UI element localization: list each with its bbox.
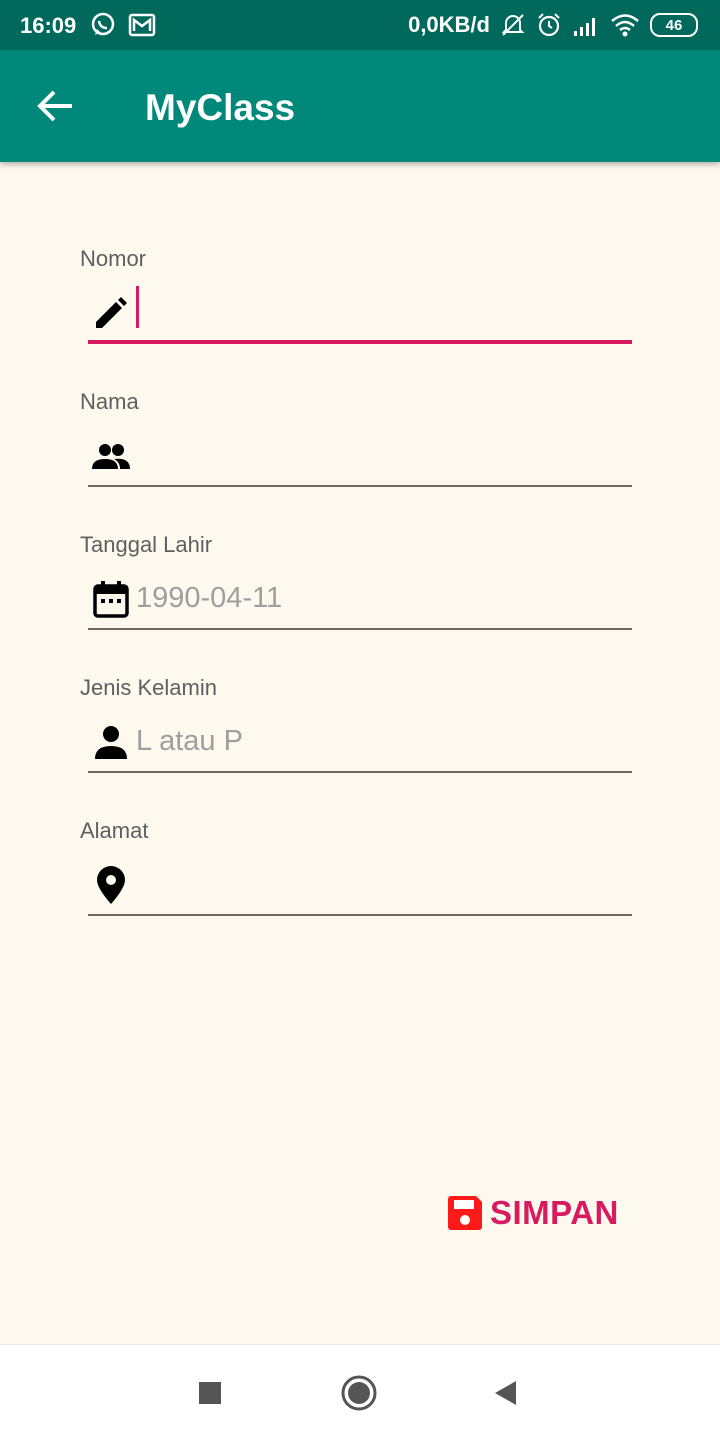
floppy-disk-icon [448, 1196, 482, 1230]
battery-icon: 46 [650, 13, 698, 37]
arrow-back-icon[interactable] [36, 86, 76, 126]
save-button[interactable]: SIMPAN [446, 1194, 619, 1232]
tanggal-lahir-placeholder: 1990-04-11 [136, 582, 283, 614]
page-title: MyClass [145, 87, 296, 128]
navigation-bar [0, 1344, 720, 1441]
nama-input[interactable] [88, 427, 632, 487]
whatsapp-icon [91, 12, 115, 36]
mute-icon [501, 14, 525, 36]
field-label: Nama [80, 389, 139, 414]
app-bar: MyClass [0, 50, 720, 162]
home-circle-icon[interactable] [341, 1375, 377, 1411]
text-cursor [136, 286, 139, 328]
status-time: 16:09 [20, 13, 77, 38]
wifi-icon [611, 14, 639, 37]
save-button-label: SIMPAN [490, 1194, 619, 1231]
gmail-icon [128, 13, 156, 37]
alamat-input[interactable] [88, 856, 632, 916]
person-icon [95, 726, 127, 759]
network-speed: 0,0KB/d [408, 12, 490, 37]
jenis-kelamin-input[interactable]: L atau P [88, 713, 632, 773]
field-label: Alamat [80, 818, 149, 843]
field-label: Jenis Kelamin [80, 675, 217, 700]
people-icon [92, 444, 130, 469]
calendar-icon [93, 581, 129, 618]
tanggal-lahir-input[interactable]: 1990-04-11 [88, 570, 632, 630]
battery-level: 46 [665, 16, 683, 34]
status-bar: 16:09 0,0KB/d 46 [0, 0, 720, 50]
recents-square-icon[interactable] [199, 1382, 221, 1404]
nomor-input[interactable] [88, 284, 632, 344]
alarm-icon [538, 13, 560, 37]
location-pin-icon [97, 866, 125, 904]
field-label: Tanggal Lahir [80, 532, 213, 557]
signal-icon [574, 18, 595, 36]
pencil-icon [96, 297, 127, 328]
field-label: Nomor [80, 246, 147, 271]
jenis-kelamin-placeholder: L atau P [136, 725, 243, 757]
back-triangle-icon[interactable] [494, 1380, 518, 1406]
